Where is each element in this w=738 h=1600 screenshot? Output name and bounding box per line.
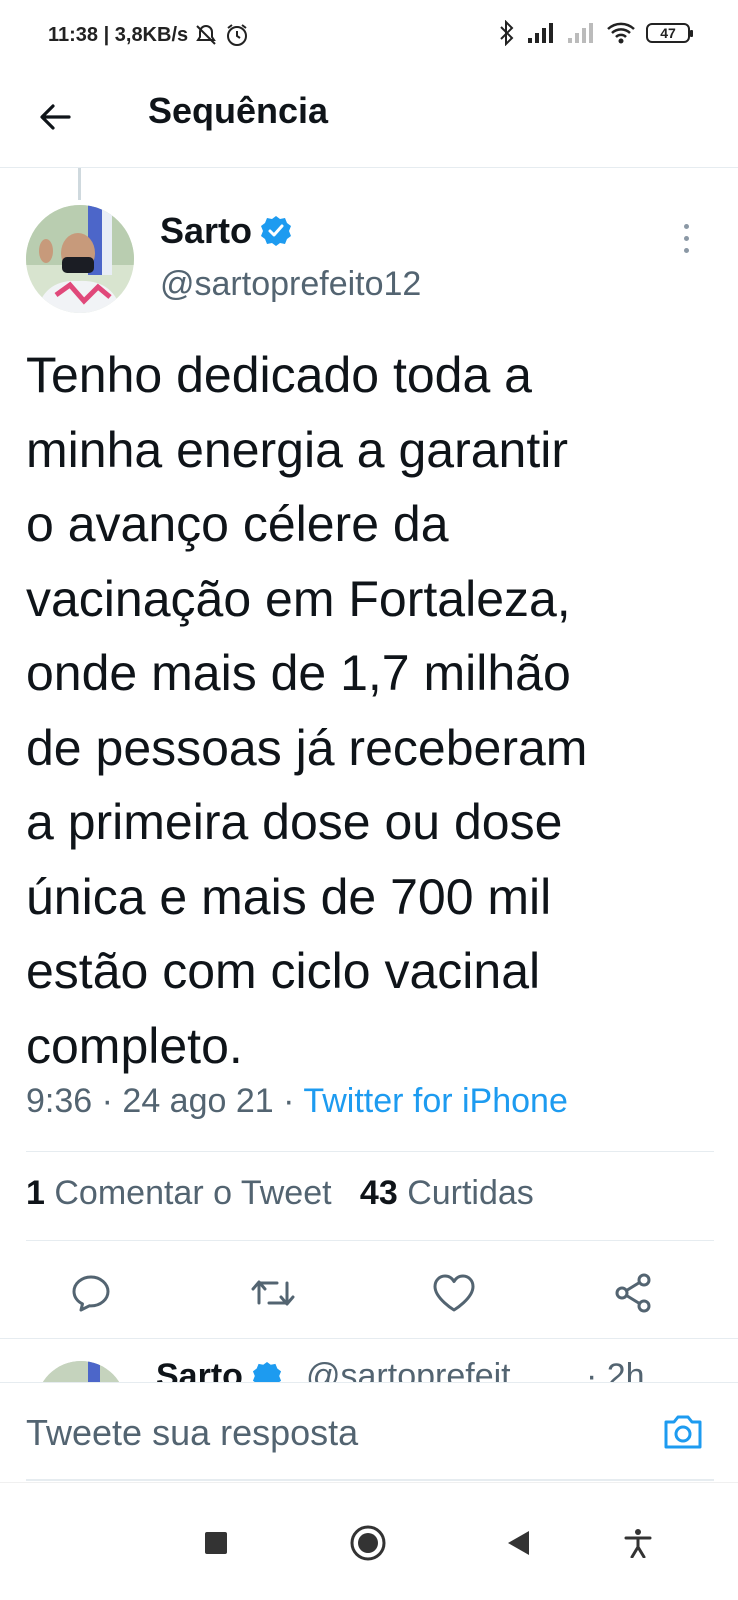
reply-bar: Tweete sua resposta	[0, 1382, 738, 1482]
tweet-text-line: minha energia a garantir	[26, 421, 568, 478]
triangle-back-icon	[508, 1531, 529, 1555]
like-button[interactable]	[429, 1268, 479, 1318]
reply-icon	[72, 1275, 110, 1312]
tweet-text-line: única e mais de 700 mil	[26, 868, 552, 925]
likes-count: 43	[359, 1174, 398, 1212]
home-button[interactable]	[346, 1521, 390, 1565]
signal-empty-icon	[568, 23, 593, 43]
battery-indicator: 47	[646, 23, 693, 43]
tweet-text-line: a primeira dose ou dose	[26, 794, 563, 850]
tweet-meta: 9:36 · 24 ago 21 · Twitter for iPhone	[26, 1082, 568, 1121]
more-options-button[interactable]	[674, 220, 698, 256]
arrow-left-icon	[40, 104, 71, 130]
replies-label: Comentar o Tweet	[54, 1174, 332, 1212]
back-button[interactable]	[30, 92, 80, 142]
more-vertical-icon-dot	[683, 247, 689, 253]
avatar[interactable]	[26, 205, 134, 313]
reply-input[interactable]: Tweete sua resposta	[26, 1405, 626, 1461]
tweet-source-link[interactable]: Twitter for iPhone	[303, 1082, 568, 1120]
camera-icon	[664, 1415, 702, 1449]
share-icon	[615, 1273, 651, 1313]
author-handle[interactable]: @sartoprefeito12	[160, 265, 421, 304]
author-name[interactable]: Sarto	[160, 210, 292, 252]
square-icon	[205, 1532, 227, 1554]
more-vertical-icon-dot	[683, 223, 689, 229]
recents-button[interactable]	[194, 1521, 238, 1565]
status-right: 47	[498, 20, 693, 46]
wifi-icon	[607, 22, 635, 44]
divider	[0, 1338, 738, 1339]
camera-button[interactable]	[658, 1407, 708, 1457]
signal-icon	[528, 23, 553, 43]
replies-stat[interactable]: 1 Comentar o Tweet	[26, 1174, 332, 1212]
header: Sequência	[0, 70, 738, 168]
tweet-time[interactable]: 9:36	[26, 1082, 92, 1120]
author-name-text: Sarto	[160, 210, 253, 251]
accessibility-button[interactable]	[616, 1521, 660, 1565]
more-vertical-icon-dot	[683, 235, 689, 241]
home-circle-icon	[350, 1525, 386, 1561]
tweet-actions	[26, 1262, 714, 1322]
tweet-text: Tenho dedicado toda a minha energia a ga…	[26, 338, 716, 1083]
avatar-image	[36, 1361, 126, 1382]
battery-level: 47	[660, 25, 676, 41]
tweet-text-line: vacinação em Fortaleza,	[26, 570, 571, 627]
divider	[26, 1151, 714, 1152]
status-bar: 11:38 | 3,8KB/s 47	[0, 0, 738, 70]
retweet-icon	[251, 1280, 295, 1306]
heart-icon	[433, 1274, 475, 1312]
system-nav-bar	[0, 1482, 738, 1600]
accessibility-icon	[624, 1529, 652, 1558]
retweet-button[interactable]	[248, 1268, 298, 1318]
divider	[26, 1240, 714, 1241]
likes-stat[interactable]: 43 Curtidas	[360, 1174, 534, 1212]
alarm-icon	[227, 24, 248, 46]
thread-connector-line	[78, 168, 81, 200]
back-nav-button[interactable]	[496, 1521, 540, 1565]
next-tweet-preview[interactable]: Sarto @sartoprefeit... · 2h	[0, 1345, 738, 1382]
tweet-text-line: de pessoas já receberam	[26, 719, 588, 776]
meta-separator: ·	[283, 1082, 295, 1120]
page-title: Sequência	[148, 90, 329, 131]
tweet-text-line: completo.	[26, 1017, 243, 1074]
tweet-date[interactable]: 24 ago 21	[122, 1082, 273, 1120]
next-author-name-text: Sarto	[156, 1357, 243, 1382]
tweet-text-line: onde mais de 1,7 milhão	[26, 645, 571, 701]
dnd-off-icon	[196, 24, 217, 45]
tweet-text-line: o avanço célere da	[26, 496, 449, 552]
status-left: 11:38 | 3,8KB/s	[48, 22, 250, 48]
status-time-speed: 11:38 | 3,8KB/s	[48, 23, 189, 46]
meta-separator: ·	[101, 1082, 113, 1120]
share-button[interactable]	[608, 1268, 658, 1318]
bluetooth-icon	[500, 20, 514, 46]
verified-badge-icon	[253, 1361, 282, 1382]
reply-input-underline	[26, 1479, 714, 1481]
next-author-name[interactable]: Sarto	[156, 1357, 282, 1382]
avatar[interactable]	[36, 1361, 126, 1382]
tweet-text-line: estão com ciclo vacinal	[26, 943, 541, 999]
tweet-text-line: Tenho dedicado toda a	[26, 347, 532, 403]
tweet-stats: 1 Comentar o Tweet 43 Curtidas	[26, 1174, 534, 1213]
avatar-image	[26, 205, 134, 313]
replies-count: 1	[26, 1174, 45, 1212]
next-author-handle[interactable]: @sartoprefeit...	[306, 1357, 539, 1382]
next-tweet-time: · 2h	[586, 1357, 645, 1382]
likes-label: Curtidas	[407, 1174, 534, 1212]
verified-badge-icon	[261, 216, 292, 246]
reply-button[interactable]	[66, 1268, 116, 1318]
